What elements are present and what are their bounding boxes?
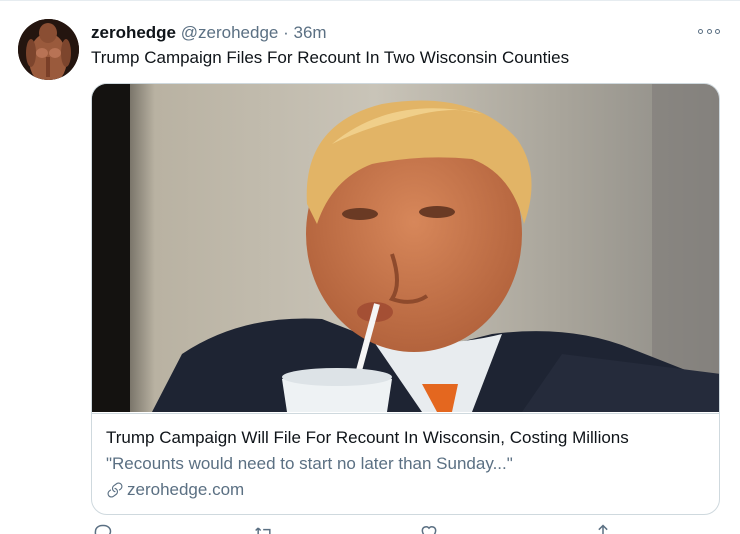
tweet[interactable]: zerohedge @zerohedge · 36m Trump Campaig… bbox=[0, 0, 740, 534]
retweet-button[interactable] bbox=[253, 523, 277, 534]
retweet-icon bbox=[255, 527, 271, 534]
share-button[interactable] bbox=[593, 523, 617, 534]
tweet-actions bbox=[91, 523, 631, 534]
avatar-image bbox=[18, 19, 79, 80]
timestamp[interactable]: 36m bbox=[294, 23, 327, 42]
reply-button[interactable] bbox=[93, 523, 117, 534]
tweet-text: Trump Campaign Files For Recount In Two … bbox=[91, 48, 570, 67]
heart-icon bbox=[421, 526, 437, 534]
card-title: Trump Campaign Will File For Recount In … bbox=[106, 428, 629, 447]
link-card[interactable]: Trump Campaign Will File For Recount In … bbox=[91, 83, 720, 515]
more-horizontal-icon bbox=[698, 28, 703, 34]
like-button[interactable] bbox=[419, 523, 443, 534]
avatar[interactable] bbox=[18, 19, 79, 80]
reply-icon bbox=[94, 524, 112, 534]
more-options-button[interactable] bbox=[698, 23, 720, 39]
share-icon bbox=[598, 524, 608, 534]
card-domain-text: zerohedge.com bbox=[127, 480, 245, 499]
link-icon bbox=[107, 482, 123, 498]
tweet-header: zerohedge @zerohedge · 36m bbox=[91, 22, 327, 44]
card-domain: zerohedge.com bbox=[106, 479, 705, 501]
separator: · bbox=[283, 23, 289, 42]
handle[interactable]: @zerohedge bbox=[181, 23, 279, 42]
card-image bbox=[92, 84, 719, 412]
card-body: Trump Campaign Will File For Recount In … bbox=[92, 413, 719, 514]
display-name[interactable]: zerohedge bbox=[91, 23, 176, 42]
card-description: "Recounts would need to start no later t… bbox=[106, 454, 513, 473]
